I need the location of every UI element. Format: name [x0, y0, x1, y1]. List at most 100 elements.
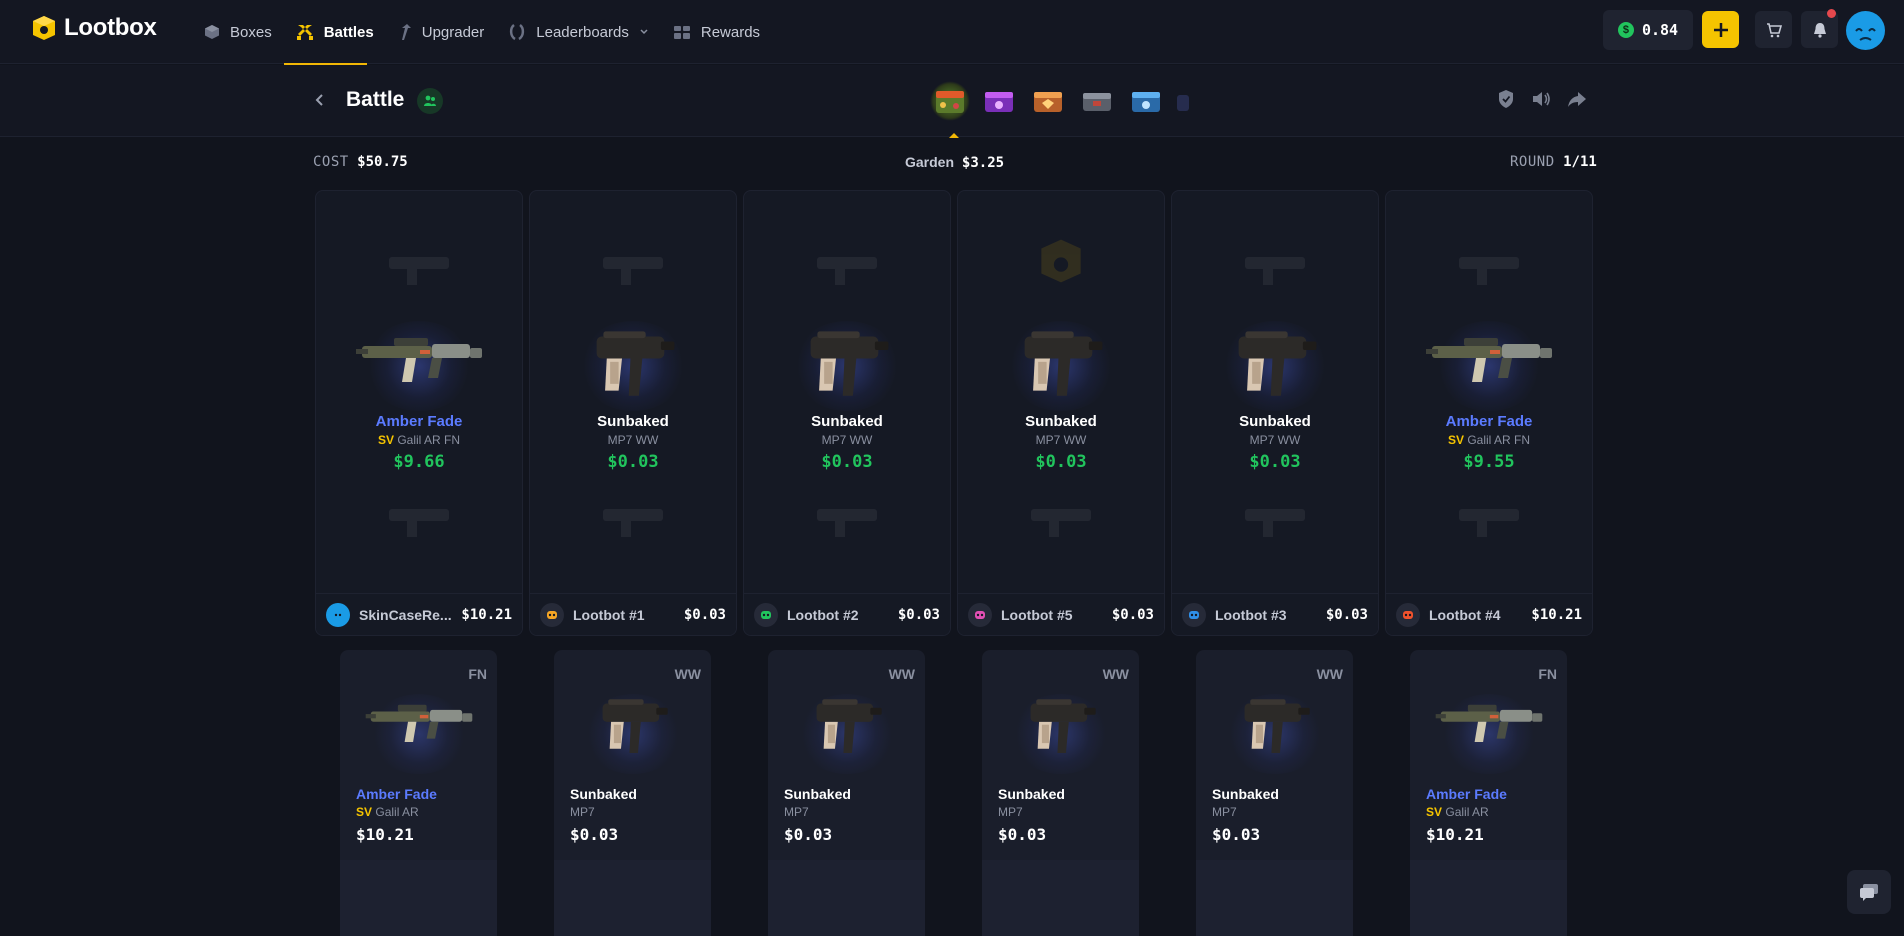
won-item-sub: MP7 WW: [1035, 433, 1087, 447]
result-card[interactable]: WW Sunbaked MP7 $0.03: [982, 650, 1139, 936]
result-item-image: [1006, 686, 1116, 766]
upgrade-icon: [401, 24, 411, 40]
team-mode-badge[interactable]: [417, 88, 443, 114]
cost-value: $50.75: [357, 154, 408, 170]
bot-avatar-icon: [1403, 610, 1413, 619]
share-button[interactable]: [1567, 89, 1587, 114]
result-item-image: [1220, 686, 1330, 766]
garden-case-icon: [936, 91, 964, 113]
player-info[interactable]: SkinCaseRe... $10.21: [316, 593, 522, 635]
player-column: Sunbaked MP7 WW $0.03 Lootbot #5 $0.03: [957, 190, 1165, 636]
won-item-image: [354, 316, 484, 406]
player-column: Amber Fade SV Galil AR FN $9.55 Lootbot …: [1385, 190, 1593, 636]
bot-avatar-icon: [333, 610, 343, 619]
user-avatar[interactable]: [1846, 11, 1885, 50]
battle-cost: COST $50.75: [313, 154, 408, 170]
player-total: $0.03: [897, 606, 940, 623]
result-item-image: [792, 686, 902, 766]
result-item-details: SV Galil AR: [356, 805, 419, 819]
nav-upgrader[interactable]: Upgrader: [386, 0, 497, 64]
rifle-weapon-icon: [1435, 704, 1542, 742]
sv-tag: SV: [377, 433, 394, 447]
chevron-left-icon: [315, 94, 323, 106]
smg-weapon-icon: [1238, 331, 1317, 396]
sv-tag: SV: [1447, 433, 1464, 447]
round-indicator: ROUND 1/11: [1510, 154, 1597, 170]
player-info[interactable]: Lootbot #1 $0.03: [530, 593, 736, 635]
deposit-button[interactable]: [1702, 11, 1739, 48]
ghost-item-icon: [1245, 257, 1305, 285]
won-item-sub: MP7 WW: [1249, 433, 1301, 447]
player-info[interactable]: Lootbot #5 $0.03: [958, 593, 1164, 635]
player-column: Amber Fade SV Galil AR FN $9.66 SkinCase…: [315, 190, 523, 636]
player-name: SkinCaseRe...: [359, 606, 452, 623]
won-item-details: MP7 WW: [1172, 433, 1378, 447]
swords-icon: [296, 25, 313, 40]
player-info[interactable]: Lootbot #2 $0.03: [744, 593, 950, 635]
ghost-item-icon: [1245, 509, 1305, 537]
nav-leaderboards[interactable]: Leaderboards: [496, 0, 661, 64]
rifle-weapon-icon: [365, 704, 472, 742]
ghost-item-icon: [1031, 509, 1091, 537]
player-info[interactable]: Lootbot #4 $10.21: [1386, 593, 1592, 635]
result-card[interactable]: FN Amber Fade SV Galil AR $10.21: [340, 650, 497, 936]
won-item-details: MP7 WW: [958, 433, 1164, 447]
dollar-coin-icon: $: [1617, 22, 1634, 38]
round-value: 1/11: [1563, 154, 1597, 170]
lootbox-ghost-icon: [1041, 239, 1081, 283]
back-button[interactable]: [312, 90, 328, 115]
player-info[interactable]: Lootbot #3 $0.03: [1172, 593, 1378, 635]
ghost-item-icon: [1459, 257, 1519, 285]
result-card[interactable]: WW Sunbaked MP7 $0.03: [554, 650, 711, 936]
ghost-item-icon: [389, 509, 449, 537]
case-thumb[interactable]: [930, 81, 970, 121]
case-thumb[interactable]: [1077, 81, 1117, 121]
result-item-image: [578, 686, 688, 766]
won-item-image: [782, 316, 912, 406]
player-avatar: [1396, 602, 1420, 627]
fairness-button[interactable]: [1497, 89, 1515, 114]
smg-weapon-icon: [816, 699, 882, 754]
case-sequence: [930, 81, 1189, 121]
condition-badge: WW: [1316, 666, 1343, 682]
won-item-sub: Galil AR FN: [397, 433, 461, 447]
result-item-sub: MP7: [570, 805, 595, 819]
nav-leaderboards-label: Leaderboards: [536, 23, 629, 41]
plus-icon: [1713, 22, 1728, 37]
result-item-name: Sunbaked: [570, 786, 637, 802]
case-thumb[interactable]: [1028, 81, 1068, 121]
case-thumb-faded[interactable]: [1175, 81, 1189, 121]
cart-button[interactable]: [1755, 11, 1792, 48]
logo[interactable]: Lootbox: [30, 14, 157, 42]
result-item-sub: MP7: [784, 805, 809, 819]
sound-toggle-button[interactable]: [1531, 89, 1551, 114]
nav-boxes[interactable]: Boxes: [192, 0, 284, 64]
result-card[interactable]: FN Amber Fade SV Galil AR $10.21: [1410, 650, 1567, 936]
result-item-image: [364, 686, 474, 766]
player-name: Lootbot #3: [1215, 606, 1287, 623]
battle-actions: [1497, 89, 1587, 114]
balance-display[interactable]: $ 0.84: [1603, 10, 1693, 50]
result-item-details: MP7: [784, 805, 809, 819]
result-item-sub: Galil AR: [375, 805, 419, 819]
notifications-button[interactable]: [1801, 9, 1838, 48]
result-card[interactable]: WW Sunbaked MP7 $0.03: [768, 650, 925, 936]
case-thumb[interactable]: [979, 81, 1019, 121]
round-label: ROUND: [1510, 154, 1555, 170]
smg-weapon-icon: [810, 331, 889, 396]
won-item-details: SV Galil AR FN: [316, 433, 522, 447]
result-card[interactable]: WW Sunbaked MP7 $0.03: [1196, 650, 1353, 936]
sv-tag: SV: [356, 805, 373, 819]
player-name: Lootbot #4: [1429, 606, 1501, 623]
case-thumb[interactable]: [1126, 81, 1166, 121]
avatar-face-icon: [1855, 28, 1876, 41]
nav-rewards[interactable]: Rewards: [661, 0, 772, 64]
player-avatar: [1182, 602, 1206, 627]
top-navbar: Lootbox Boxes Battles Upgrader Leaderboa…: [0, 0, 1904, 65]
page-title: Battle: [346, 88, 405, 111]
chat-button[interactable]: [1847, 870, 1891, 914]
nav-battles[interactable]: Battles: [284, 0, 386, 64]
won-item-image: [996, 316, 1126, 406]
condition-badge: WW: [674, 666, 701, 682]
won-item-details: MP7 WW: [530, 433, 736, 447]
